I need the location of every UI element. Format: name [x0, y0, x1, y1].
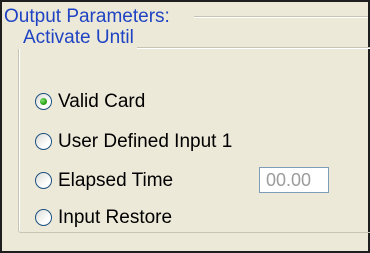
radio-button-icon[interactable]	[35, 92, 52, 110]
radio-elapsed-time[interactable]: Elapsed Time	[35, 167, 173, 193]
radio-input-restore[interactable]: Input Restore	[35, 204, 172, 230]
radio-input-restore-label: Input Restore	[58, 206, 173, 228]
elapsed-time-input[interactable]: 00.00	[259, 167, 329, 193]
radio-button-icon[interactable]	[35, 171, 52, 189]
radio-user-defined-input-1-label: User Defined Input 1	[58, 130, 233, 152]
radio-user-defined-input-1[interactable]: User Defined Input 1	[35, 128, 232, 154]
radio-button-icon[interactable]	[35, 208, 52, 226]
radio-elapsed-time-label: Elapsed Time	[58, 169, 174, 191]
activate-until-label: Activate Until	[16, 26, 137, 49]
radio-valid-card-label: Valid Card	[58, 90, 146, 112]
group-divider	[194, 16, 368, 18]
output-parameters-panel: Output Parameters: Activate Until Valid …	[0, 0, 370, 253]
output-parameters-title: Output Parameters:	[4, 5, 173, 28]
radio-button-icon[interactable]	[35, 132, 52, 150]
radio-valid-card[interactable]: Valid Card	[35, 88, 145, 114]
